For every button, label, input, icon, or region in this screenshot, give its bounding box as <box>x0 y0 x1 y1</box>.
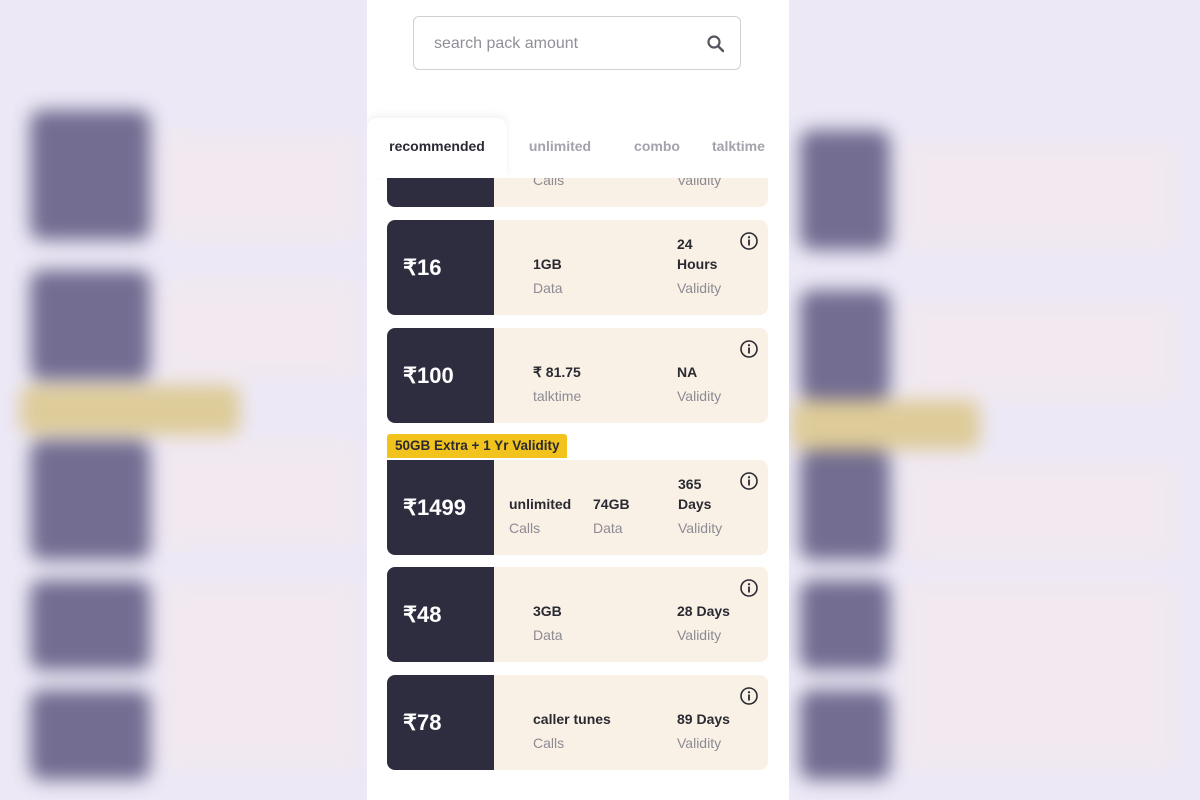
pack-validity-label: Validity <box>677 178 722 188</box>
pack-calls: Calls <box>533 178 564 190</box>
pack-calls: caller tunes Calls <box>533 709 611 753</box>
info-icon[interactable] <box>740 232 758 250</box>
pack-validity-value: NA <box>677 364 698 380</box>
info-icon[interactable] <box>740 579 758 597</box>
pack-validity-value: 89 Days <box>677 711 730 727</box>
pack-validity: 365 Days Validity <box>678 474 722 538</box>
pack-calls-label: Calls <box>509 520 541 536</box>
pack-card-partial[interactable]: Calls Validity <box>387 178 768 207</box>
pack-card-78[interactable]: ₹78 caller tunes Calls 89 Days Validity <box>387 675 768 770</box>
pack-validity-label: Validity <box>677 388 722 404</box>
info-icon[interactable] <box>740 340 758 358</box>
pack-data: 3GB Data <box>533 601 563 645</box>
pack-validity-value-line1: 24 <box>677 236 693 252</box>
pack-data-label: Data <box>533 280 563 296</box>
pack-calls-label: Calls <box>533 178 565 188</box>
pack-validity-value: 28 Days <box>677 603 730 619</box>
pack-tabs: recommended unlimited combo talktime <box>367 118 789 178</box>
pack-data-value: 3GB <box>533 603 562 619</box>
info-icon[interactable] <box>740 472 758 490</box>
pack-price: ₹100 <box>387 328 494 423</box>
pack-validity-label: Validity <box>677 735 722 751</box>
pack-validity: 89 Days Validity <box>677 709 730 753</box>
search-icon[interactable] <box>706 34 726 54</box>
pack-price <box>387 178 494 207</box>
tab-recommended[interactable]: recommended <box>367 118 507 178</box>
pack-data: 74GB Data <box>593 494 630 538</box>
pack-validity: 28 Days Validity <box>677 601 730 645</box>
pack-data: 1GB Data <box>533 254 563 298</box>
offer-badge: 50GB Extra + 1 Yr Validity <box>387 434 568 458</box>
pack-calls-value: caller tunes <box>533 711 611 727</box>
pack-data-value: 1GB <box>533 256 562 272</box>
pack-validity-value-line2: Days <box>678 496 712 512</box>
pack-validity: 24 Hours Validity <box>677 234 721 298</box>
pack-calls-value: unlimited <box>509 496 572 512</box>
pack-card-1499[interactable]: ₹1499 unlimited Calls 74GB Data 365 Days… <box>387 460 768 555</box>
pack-price: ₹48 <box>387 567 494 662</box>
pack-price: ₹1499 <box>387 460 494 555</box>
info-icon[interactable] <box>740 687 758 705</box>
pack-price: ₹78 <box>387 675 494 770</box>
search-box[interactable] <box>413 16 741 70</box>
pack-data-value: 74GB <box>593 496 630 512</box>
pack-card-48[interactable]: ₹48 3GB Data 28 Days Validity <box>387 567 768 662</box>
pack-validity-label: Validity <box>677 280 722 296</box>
tab-combo[interactable]: combo <box>617 118 697 178</box>
pack-calls: unlimited Calls <box>509 494 571 538</box>
pack-validity: NA Validity <box>677 362 721 406</box>
pack-validity-label: Validity <box>678 520 723 536</box>
pack-price: ₹16 <box>387 220 494 315</box>
tab-talktime[interactable]: talktime <box>712 118 789 178</box>
pack-validity: Validity <box>677 178 721 190</box>
pack-card-16[interactable]: ₹16 1GB Data 24 Hours Validity <box>387 220 768 315</box>
pack-data-label: Data <box>593 520 623 536</box>
pack-calls-label: Calls <box>533 735 565 751</box>
recharge-screen: recommended unlimited combo talktime Cal… <box>367 0 789 800</box>
pack-list: Calls Validity ₹16 1GB Data 24 Hours Val… <box>367 178 789 800</box>
pack-talktime-value: ₹ 81.75 <box>533 364 581 380</box>
tab-unlimited[interactable]: unlimited <box>517 118 603 178</box>
pack-card-100[interactable]: ₹100 ₹ 81.75 talktime NA Validity <box>387 328 768 423</box>
pack-validity-label: Validity <box>677 627 722 643</box>
pack-talktime-label: talktime <box>533 388 582 404</box>
pack-validity-value-line1: 365 <box>678 476 702 492</box>
pack-data-label: Data <box>533 627 563 643</box>
pack-talktime: ₹ 81.75 talktime <box>533 362 581 406</box>
pack-validity-value-line2: Hours <box>677 256 718 272</box>
search-input[interactable] <box>432 29 696 59</box>
